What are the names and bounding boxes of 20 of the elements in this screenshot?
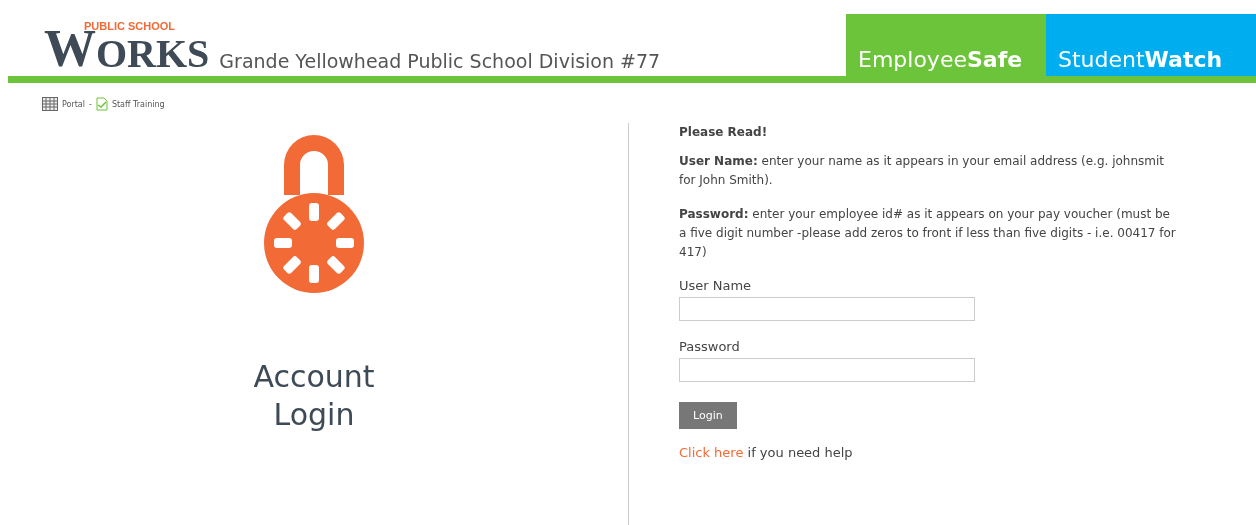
instruction-text: User Name: enter your name as it appears in your email address (e.g. johnsmit for John Smith). — [679, 153, 1165, 190]
field-label: Password — [679, 337, 741, 356]
logo-text: ORKS — [96, 38, 210, 70]
breadcrumb-separator: - — [89, 99, 92, 109]
document-icon — [95, 97, 108, 111]
breadcrumb-link[interactable]: Portal — [62, 99, 85, 109]
breadcrumb-link[interactable]: Staff Training — [111, 99, 165, 109]
help-link[interactable]: Click here — [679, 444, 744, 460]
page-heading: Login — [272, 395, 356, 433]
notice-heading: Please Read! — [679, 124, 769, 141]
division-title: Grande Yellowhead Public School Division #77 — [219, 50, 662, 72]
instruction-text: Password: enter your employee id# as it appears on your pay voucher (must be a five digit number -please add zeros to front if less than five digits - i.e. 00417 for 417) — [679, 205, 1177, 261]
help-text: if you need help — [747, 444, 853, 460]
input-field[interactable] — [679, 296, 975, 321]
product-tab[interactable]: StudentWatch — [1046, 14, 1256, 76]
field-label: User Name — [679, 277, 753, 296]
page-heading: Account — [253, 358, 375, 396]
calendar-icon — [42, 97, 58, 111]
input-field[interactable] — [679, 357, 975, 382]
login-button[interactable]: Login — [679, 401, 737, 429]
